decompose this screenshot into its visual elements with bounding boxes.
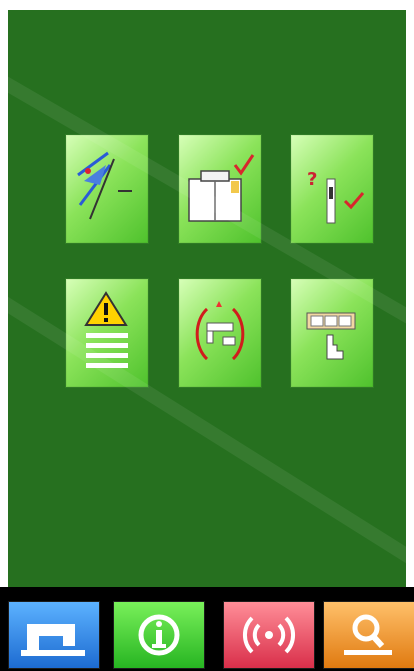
magnifier-search-icon xyxy=(344,614,392,655)
info-button[interactable] xyxy=(113,601,205,669)
machine-cycle-icon xyxy=(195,301,245,361)
keypad-hand-icon xyxy=(306,312,356,360)
sewing-button[interactable] xyxy=(8,601,100,669)
needle-help-icon: ? xyxy=(307,169,365,224)
menu-tile-warning-list[interactable] xyxy=(65,278,149,388)
menu-panel: ? xyxy=(8,10,406,587)
menu-tile-help[interactable]: ? xyxy=(290,134,374,244)
wireless-communication-icon xyxy=(242,616,296,654)
communication-button[interactable] xyxy=(223,601,315,669)
warning-list-icon xyxy=(84,291,128,368)
info-icon xyxy=(138,614,180,656)
menu-tile-pattern-check[interactable] xyxy=(178,134,262,244)
thread-trimming-icon xyxy=(77,151,132,220)
menu-tile-keypad[interactable] xyxy=(290,278,374,388)
screen: ? xyxy=(0,0,414,671)
svg-text:?: ? xyxy=(307,169,317,190)
bottom-nav-bar xyxy=(0,587,414,671)
search-button[interactable] xyxy=(323,601,414,669)
shirt-pattern-check-icon xyxy=(188,154,255,222)
menu-tile-maintenance-cycle[interactable] xyxy=(178,278,262,388)
sewing-machine-icon xyxy=(21,624,85,656)
menu-tile-thread-trimming[interactable] xyxy=(65,134,149,244)
